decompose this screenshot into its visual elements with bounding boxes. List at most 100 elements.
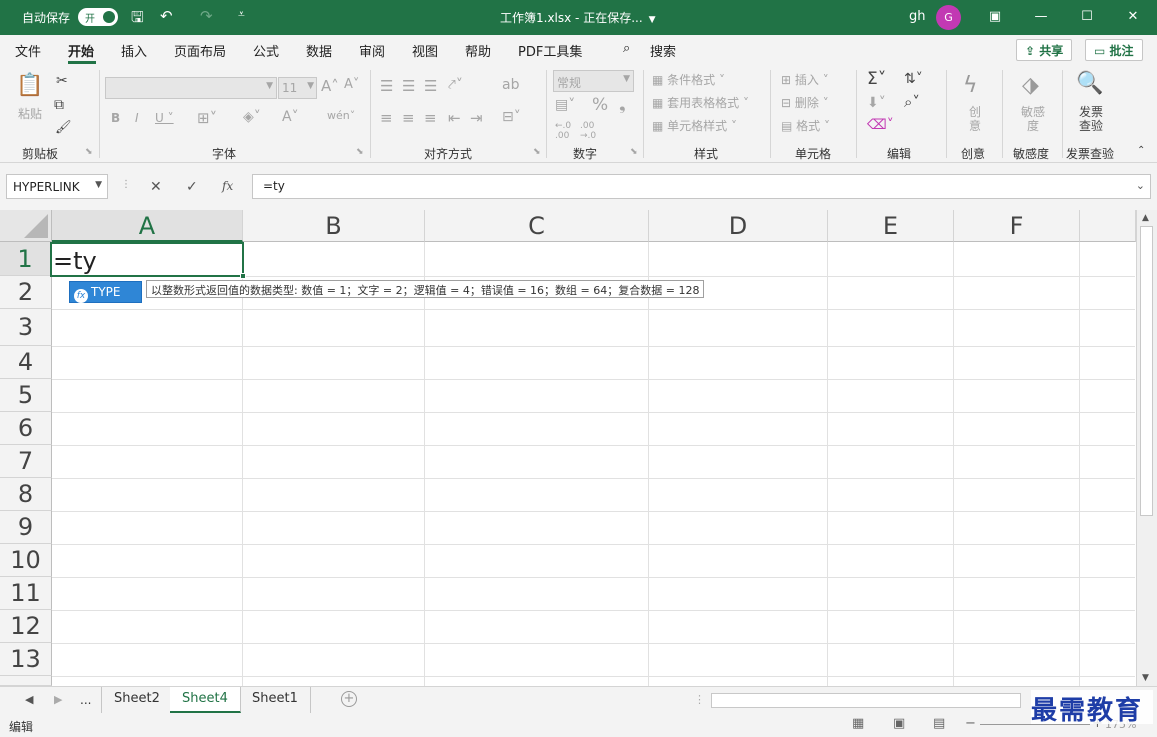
font-name-select[interactable]: ▼ [105, 77, 277, 99]
percent-icon[interactable]: % [592, 95, 608, 115]
row-header-9[interactable]: 9 [0, 511, 52, 544]
wrap-text-icon[interactable]: ab [502, 77, 519, 93]
align-left-icon[interactable]: ≡ [380, 109, 393, 127]
user-name[interactable]: gh [909, 9, 926, 24]
autosave-toggle[interactable]: 开 [78, 8, 118, 26]
zoom-out-icon[interactable]: − [965, 716, 976, 731]
row-header-13[interactable]: 13 [0, 643, 52, 676]
column-header-e[interactable]: E [828, 210, 954, 242]
format-cells-button[interactable]: ▤ 格式 ˅ [781, 117, 830, 134]
row-header-10[interactable]: 10 [0, 544, 52, 577]
align-bottom-icon[interactable]: ☰ [424, 77, 437, 95]
column-header-partial[interactable] [1080, 210, 1136, 242]
share-button[interactable]: ⇪ 共享 [1016, 39, 1073, 61]
increase-decimal-icon[interactable]: ←.0.00 [555, 121, 571, 141]
worksheet-grid[interactable]: A B C D E F 1 2 3 4 5 6 7 8 9 10 11 12 1… [0, 210, 1157, 686]
name-box[interactable]: HYPERLINK ▼ [6, 174, 108, 199]
sheet-tab-sheet1[interactable]: Sheet1 [240, 687, 311, 713]
merge-center-icon[interactable]: ⊟˅ [502, 109, 521, 125]
align-right-icon[interactable]: ≡ [424, 109, 437, 127]
horizontal-scrollbar[interactable] [711, 693, 1021, 708]
more-sheets-button[interactable]: ... [80, 693, 91, 707]
sheet-tab-sheet2[interactable]: Sheet2 [101, 687, 173, 713]
select-all-button[interactable] [0, 210, 52, 242]
collapse-ribbon-icon[interactable]: ⌃ [1137, 145, 1145, 156]
format-as-table-button[interactable]: ▦ 套用表格格式 ˅ [652, 94, 749, 111]
align-center-icon[interactable]: ≡ [402, 109, 415, 127]
border-icon[interactable]: ⊞˅ [197, 109, 217, 127]
find-select-icon[interactable]: ⌕˅ [904, 93, 920, 111]
add-sheet-icon[interactable]: + [341, 691, 357, 707]
normal-view-icon[interactable]: ▦ [852, 716, 864, 731]
formula-input[interactable]: =ty ⌄ [252, 174, 1151, 199]
format-painter-icon[interactable]: 🖌 [55, 120, 72, 135]
column-header-c[interactable]: C [425, 210, 649, 242]
creative-button-label[interactable]: 创意 [969, 105, 981, 133]
delete-cells-button[interactable]: ⊟ 删除 ˅ [781, 94, 829, 111]
invoice-button-label[interactable]: 发票查验 [1078, 105, 1104, 133]
fill-color-icon[interactable]: ◈˅ [243, 109, 261, 125]
tab-data[interactable]: 数据 [306, 41, 332, 60]
insert-function-icon[interactable]: fx [222, 179, 233, 193]
redo-icon[interactable]: ↷ [200, 7, 213, 25]
orientation-icon[interactable]: ⤤˅ [448, 77, 463, 93]
sheet-tab-splitter[interactable]: ⋮ [694, 693, 705, 706]
paste-icon[interactable]: 📋 [16, 73, 43, 98]
row-header-4[interactable]: 4 [0, 346, 52, 379]
tab-formulas[interactable]: 公式 [253, 41, 279, 60]
cancel-icon[interactable]: ✕ [150, 179, 162, 195]
row-header-2[interactable]: 2 [0, 276, 52, 309]
align-top-icon[interactable]: ☰ [380, 77, 393, 95]
font-size-select[interactable]: 11 ▼ [278, 77, 317, 99]
decrease-decimal-icon[interactable]: .00 →.0 [580, 121, 596, 141]
avatar[interactable]: G [936, 5, 961, 30]
paste-label[interactable]: 粘贴 [18, 105, 42, 122]
increase-font-icon[interactable]: A˄ [321, 77, 339, 95]
scroll-up-icon[interactable]: ▲ [1142, 213, 1149, 223]
phonetic-icon[interactable]: wén˅ [327, 109, 355, 122]
dialog-launcher-icon[interactable]: ⬊ [85, 147, 93, 157]
page-break-view-icon[interactable]: ▤ [933, 716, 945, 731]
dialog-launcher-icon[interactable]: ⬊ [630, 147, 638, 157]
tab-pdf-tools[interactable]: PDF工具集 [518, 41, 582, 60]
row-header-7[interactable]: 7 [0, 445, 52, 478]
comma-style-icon[interactable]: ❟ [619, 95, 626, 115]
clear-icon[interactable]: ⌫˅ [867, 117, 894, 133]
bold-icon[interactable]: B [111, 111, 120, 125]
tab-file[interactable]: 文件 [15, 41, 41, 60]
row-header-12[interactable]: 12 [0, 610, 52, 643]
next-sheet-icon[interactable]: ▶ [54, 693, 62, 706]
close-icon[interactable]: ✕ [1121, 5, 1145, 29]
italic-icon[interactable]: I [135, 111, 139, 125]
search-label[interactable]: 搜索 [650, 41, 676, 60]
copy-icon[interactable]: ⧉ [54, 97, 64, 113]
autosum-icon[interactable]: Σ˅ [867, 69, 886, 89]
active-cell-a1[interactable]: =ty [50, 242, 246, 279]
lightning-icon[interactable]: ϟ [963, 73, 978, 98]
vertical-scrollbar[interactable]: ▲ ▼ [1136, 210, 1157, 686]
tab-page-layout[interactable]: 页面布局 [174, 41, 226, 60]
decrease-indent-icon[interactable]: ⇤ [448, 109, 461, 127]
font-color-icon[interactable]: A˅ [282, 109, 299, 125]
column-header-f[interactable]: F [954, 210, 1080, 242]
row-header-5[interactable]: 5 [0, 379, 52, 412]
tab-help[interactable]: 帮助 [465, 41, 491, 60]
sort-filter-icon[interactable]: ⇅˅ [904, 71, 923, 87]
sensitivity-tag-icon[interactable]: ⬗ [1022, 73, 1039, 98]
decrease-font-icon[interactable]: A˅ [344, 77, 359, 92]
conditional-format-button[interactable]: ▦ 条件格式 ˅ [652, 71, 725, 88]
ribbon-display-options-icon[interactable]: ▣ [983, 5, 1007, 29]
align-middle-icon[interactable]: ☰ [402, 77, 415, 95]
fill-handle[interactable] [240, 273, 246, 279]
scrollbar-thumb[interactable] [1140, 226, 1153, 516]
row-header-partial[interactable] [0, 676, 52, 686]
tab-home[interactable]: 开始 [68, 41, 94, 60]
tab-insert[interactable]: 插入 [121, 41, 147, 60]
save-icon[interactable]: 🖫 [131, 7, 144, 32]
dialog-launcher-icon[interactable]: ⬊ [533, 147, 541, 157]
expand-formula-icon[interactable]: ⌄ [1136, 179, 1145, 192]
autocomplete-item-type[interactable]: fx TYPE [69, 281, 142, 303]
sheet-tab-sheet4[interactable]: Sheet4 [170, 687, 241, 713]
cell-styles-button[interactable]: ▦ 单元格样式 ˅ [652, 117, 737, 134]
tab-view[interactable]: 视图 [412, 41, 438, 60]
